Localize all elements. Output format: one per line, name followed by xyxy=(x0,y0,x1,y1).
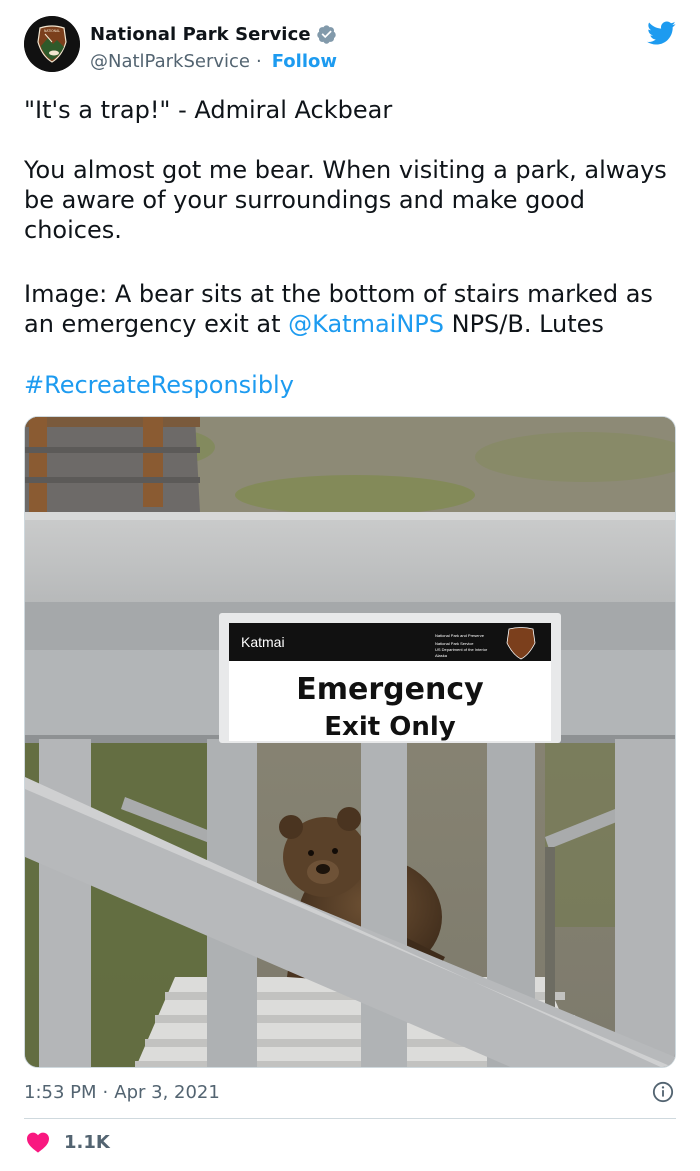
twitter-bird-icon[interactable] xyxy=(646,18,676,48)
follow-button[interactable]: Follow xyxy=(272,51,337,72)
tweet-text-caption: Image: A bear sits at the bottom of stai… xyxy=(24,279,684,339)
sign-header: Katmai xyxy=(241,634,285,650)
info-icon[interactable] xyxy=(652,1081,674,1103)
sign-small-1: National Park and Preserve xyxy=(435,633,485,638)
like-button[interactable]: 1.1K xyxy=(26,1128,110,1156)
emergency-exit-sign: Katmai National Park and Preserve Nation… xyxy=(219,613,561,743)
handle[interactable]: @NatlParkService xyxy=(90,51,250,72)
sign-small-2: National Park Service xyxy=(435,641,474,646)
nps-arrowhead-icon: NATIONAL xyxy=(24,16,80,72)
bear-stairs-photo: Katmai National Park and Preserve Nation… xyxy=(25,417,675,1067)
caption-suffix: NPS/B. Lutes xyxy=(444,310,604,338)
sign-title-1: Emergency xyxy=(296,672,484,707)
hashtag-link[interactable]: #RecreateResponsibly xyxy=(24,370,684,400)
sign-title-2: Exit Only xyxy=(324,712,455,742)
heart-icon[interactable] xyxy=(26,1131,50,1153)
tweet-timestamp[interactable]: 1:53 PM · Apr 3, 2021 xyxy=(24,1079,220,1105)
sign-small-3: US Department of the Interior xyxy=(435,647,488,652)
mention-link[interactable]: @KatmaiNPS xyxy=(288,310,444,338)
like-count: 1.1K xyxy=(64,1131,110,1153)
sign-small-4: Alaska xyxy=(435,653,448,658)
tweet-text-body: You almost got me bear. When visiting a … xyxy=(24,156,667,244)
author-block: National Park Service @NatlParkService ·… xyxy=(90,22,337,73)
timestamp-separator: · xyxy=(102,1081,109,1103)
verified-badge-icon xyxy=(316,24,336,44)
tweet-time[interactable]: 1:53 PM xyxy=(24,1082,97,1103)
footer-divider xyxy=(24,1118,676,1119)
avatar-logo-text: NATIONAL xyxy=(44,29,60,33)
display-name[interactable]: National Park Service xyxy=(90,24,311,45)
handle-separator: · xyxy=(255,50,262,72)
avatar[interactable]: NATIONAL xyxy=(24,16,80,72)
tweet-date[interactable]: Apr 3, 2021 xyxy=(114,1082,220,1103)
tweet-card: NATIONAL National Park Service @NatlPark… xyxy=(0,0,700,1171)
tweet-text-quote: "It's a trap!" - Admiral Ackbear xyxy=(24,96,393,124)
tweet-photo[interactable]: Katmai National Park and Preserve Nation… xyxy=(24,416,676,1068)
